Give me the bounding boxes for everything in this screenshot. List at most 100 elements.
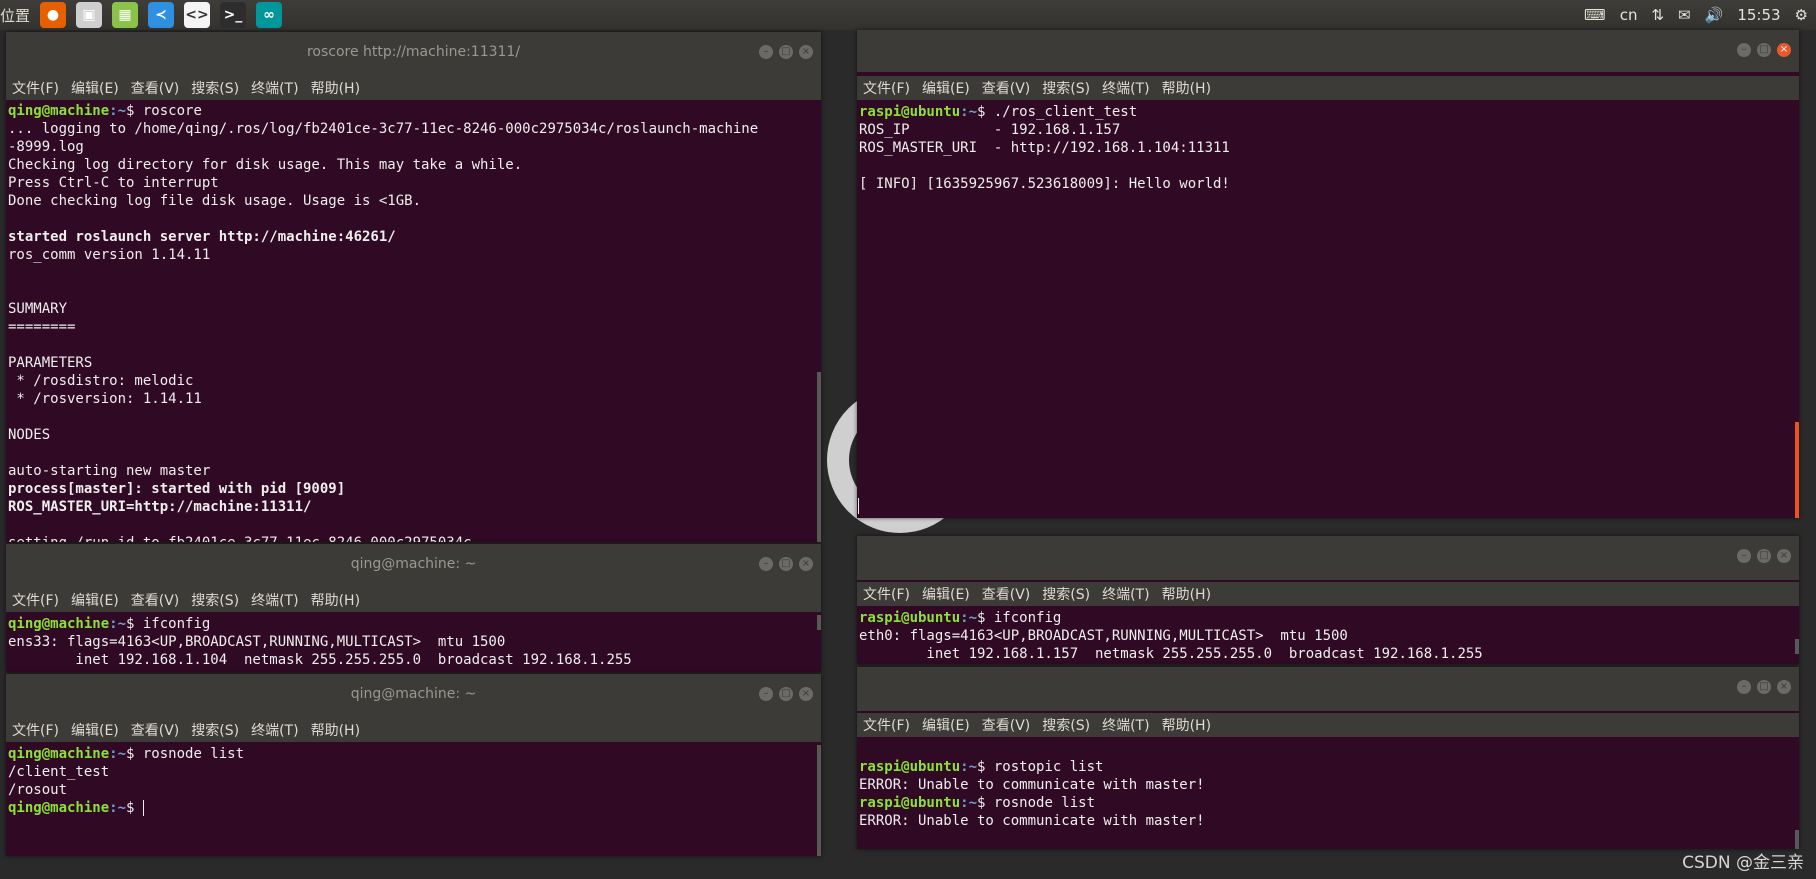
menu-item[interactable]: 查看(V): [982, 78, 1031, 98]
menu-item[interactable]: 终端(T): [1102, 715, 1149, 735]
menu-item[interactable]: 帮助(H): [1162, 715, 1211, 735]
menu-item[interactable]: 文件(F): [863, 584, 910, 604]
menu-item[interactable]: 查看(V): [131, 590, 180, 610]
network-icon[interactable]: ⇅: [1651, 6, 1664, 24]
menu-item[interactable]: 帮助(H): [1162, 78, 1211, 98]
minimize-button[interactable]: –: [759, 45, 773, 59]
menu-item[interactable]: 搜索(S): [1042, 78, 1090, 98]
output-text: * /rosversion: 1.14.11: [8, 391, 202, 407]
menu-item[interactable]: 查看(V): [982, 715, 1031, 735]
menu-item[interactable]: 文件(F): [12, 590, 59, 610]
menu-item[interactable]: 文件(F): [863, 715, 910, 735]
terminal-window-ifconfig-local[interactable]: qing@machine: ~ – □ × 文件(F) 编辑(E) 查看(V) 搜索(…: [6, 544, 821, 672]
menu-item[interactable]: 搜索(S): [191, 78, 239, 98]
close-button[interactable]: ×: [1777, 680, 1791, 694]
close-button[interactable]: ×: [799, 557, 813, 571]
menu-item[interactable]: 搜索(S): [1042, 715, 1090, 735]
scrollbar[interactable]: [1795, 639, 1799, 654]
output-text: process[master]: started with pid [9009]: [8, 481, 346, 497]
scrollbar[interactable]: [817, 745, 821, 856]
menu-item[interactable]: 终端(T): [1102, 584, 1149, 604]
menu-item[interactable]: 终端(T): [251, 78, 298, 98]
close-button[interactable]: ×: [799, 45, 813, 59]
menu-item[interactable]: 编辑(E): [71, 590, 119, 610]
window-titlebar[interactable]: qing@machine: ~ – □ ×: [6, 544, 821, 588]
menu-item[interactable]: 帮助(H): [1162, 584, 1211, 604]
menu-item[interactable]: 终端(T): [251, 590, 298, 610]
terminal-line: raspi@ubuntu:~$ rostopic list: [859, 758, 1799, 776]
location-label[interactable]: 位置: [0, 5, 30, 26]
window-titlebar[interactable]: – □ ×: [857, 30, 1799, 72]
menu-item[interactable]: 终端(T): [1102, 78, 1149, 98]
menu-item[interactable]: 编辑(E): [922, 78, 970, 98]
output-text: /rosout: [8, 782, 68, 798]
terminal-output[interactable]: raspi@ubuntu:~$ rostopic list ERROR: Unab…: [857, 740, 1799, 849]
maximize-button[interactable]: □: [779, 687, 793, 701]
firefox-icon[interactable]: ●: [40, 2, 67, 28]
window-titlebar[interactable]: qing@machine: ~ – □ ×: [6, 674, 821, 718]
menu-item[interactable]: 文件(F): [12, 78, 59, 98]
close-button[interactable]: ×: [799, 687, 813, 701]
scrollbar[interactable]: [1795, 830, 1799, 849]
settings-gear-icon[interactable]: ⚙: [1795, 6, 1808, 24]
maximize-button[interactable]: □: [1757, 680, 1771, 694]
maximize-button[interactable]: □: [1757, 549, 1771, 563]
scrollbar[interactable]: [817, 615, 821, 630]
scrollbar[interactable]: [1795, 422, 1799, 518]
menu-item[interactable]: 编辑(E): [922, 715, 970, 735]
menu-item[interactable]: 搜索(S): [191, 720, 239, 740]
launcher-bar: 位置 ● ▣ ▦ ≺ <> >_ ∞: [0, 0, 292, 30]
keyboard-icon[interactable]: ⌨: [1584, 6, 1606, 24]
clock[interactable]: 15:53: [1737, 6, 1780, 24]
terminal-window-client-test[interactable]: – □ × 文件(F) 编辑(E) 查看(V) 搜索(S) 终端(T) 帮助(H) ras…: [857, 30, 1799, 518]
menu-item[interactable]: 搜索(S): [191, 590, 239, 610]
menu-item[interactable]: 帮助(H): [311, 78, 360, 98]
camera-icon[interactable]: ▣: [76, 2, 103, 28]
minimize-button[interactable]: –: [1737, 549, 1751, 563]
mail-icon[interactable]: ✉: [1678, 6, 1691, 24]
menu-item[interactable]: 文件(F): [863, 78, 910, 98]
menu-bar: 文件(F) 编辑(E) 查看(V) 搜索(S) 终端(T) 帮助(H): [857, 76, 1799, 100]
minimize-button[interactable]: –: [1737, 43, 1751, 57]
window-titlebar[interactable]: – □ ×: [857, 536, 1799, 580]
menu-item[interactable]: 编辑(E): [71, 78, 119, 98]
menu-item[interactable]: 查看(V): [131, 720, 180, 740]
vscode-icon[interactable]: ≺: [148, 2, 175, 28]
menu-item[interactable]: 终端(T): [251, 720, 298, 740]
menu-item[interactable]: 查看(V): [131, 78, 180, 98]
menu-item[interactable]: 查看(V): [982, 584, 1031, 604]
close-button[interactable]: ×: [1777, 549, 1791, 563]
terminal-output[interactable]: qing@machine:~$ rosnode list/client_test…: [6, 745, 821, 856]
menu-item[interactable]: 文件(F): [12, 720, 59, 740]
maximize-button[interactable]: □: [779, 557, 793, 571]
terminal-icon[interactable]: >_: [220, 2, 247, 28]
menu-item[interactable]: 搜索(S): [1042, 584, 1090, 604]
minimize-button[interactable]: –: [1737, 680, 1751, 694]
window-titlebar[interactable]: – □ ×: [857, 667, 1799, 711]
arduino-icon[interactable]: ∞: [256, 2, 283, 28]
menu-item[interactable]: 编辑(E): [71, 720, 119, 740]
input-language[interactable]: cn: [1620, 6, 1638, 24]
output-text: ens33: flags=4163<UP,BROADCAST,RUNNING,M…: [8, 634, 506, 650]
menu-item[interactable]: 编辑(E): [922, 584, 970, 604]
terminal-window-rosnode-local[interactable]: qing@machine: ~ – □ × 文件(F) 编辑(E) 查看(V) 搜索(…: [6, 674, 821, 856]
maximize-button[interactable]: □: [1757, 43, 1771, 57]
terminal-output[interactable]: qing@machine:~$ roscore... logging to /h…: [6, 102, 821, 542]
menu-item[interactable]: 帮助(H): [311, 720, 360, 740]
terminal-output[interactable]: raspi@ubuntu:~$ ifconfig eth0: flags=4163…: [857, 609, 1799, 664]
maximize-button[interactable]: □: [779, 45, 793, 59]
scrollbar[interactable]: [817, 372, 821, 542]
window-titlebar[interactable]: roscore http://machine:11311/ – □ ×: [6, 32, 821, 76]
minimize-button[interactable]: –: [759, 557, 773, 571]
code-editor-icon[interactable]: <>: [184, 2, 211, 28]
menu-item[interactable]: 帮助(H): [311, 590, 360, 610]
terminal-window-roscore[interactable]: roscore http://machine:11311/ – □ × 文件(F…: [6, 32, 821, 542]
calculator-icon[interactable]: ▦: [112, 2, 139, 28]
minimize-button[interactable]: –: [759, 687, 773, 701]
terminal-window-ifconfig-remote[interactable]: – □ × 文件(F) 编辑(E) 查看(V) 搜索(S) 终端(T) 帮助(H) ras…: [857, 536, 1799, 664]
close-button[interactable]: ×: [1777, 43, 1791, 57]
terminal-output[interactable]: qing@machine:~$ ifconfig ens33: flags=416…: [6, 615, 821, 672]
terminal-output[interactable]: raspi@ubuntu:~$ ./ros_client_test ROS_IP …: [857, 103, 1799, 518]
terminal-window-rostopic-remote[interactable]: – □ × 文件(F) 编辑(E) 查看(V) 搜索(S) 终端(T) 帮助(H) ras…: [857, 667, 1799, 849]
volume-icon[interactable]: 🔊: [1705, 6, 1724, 24]
